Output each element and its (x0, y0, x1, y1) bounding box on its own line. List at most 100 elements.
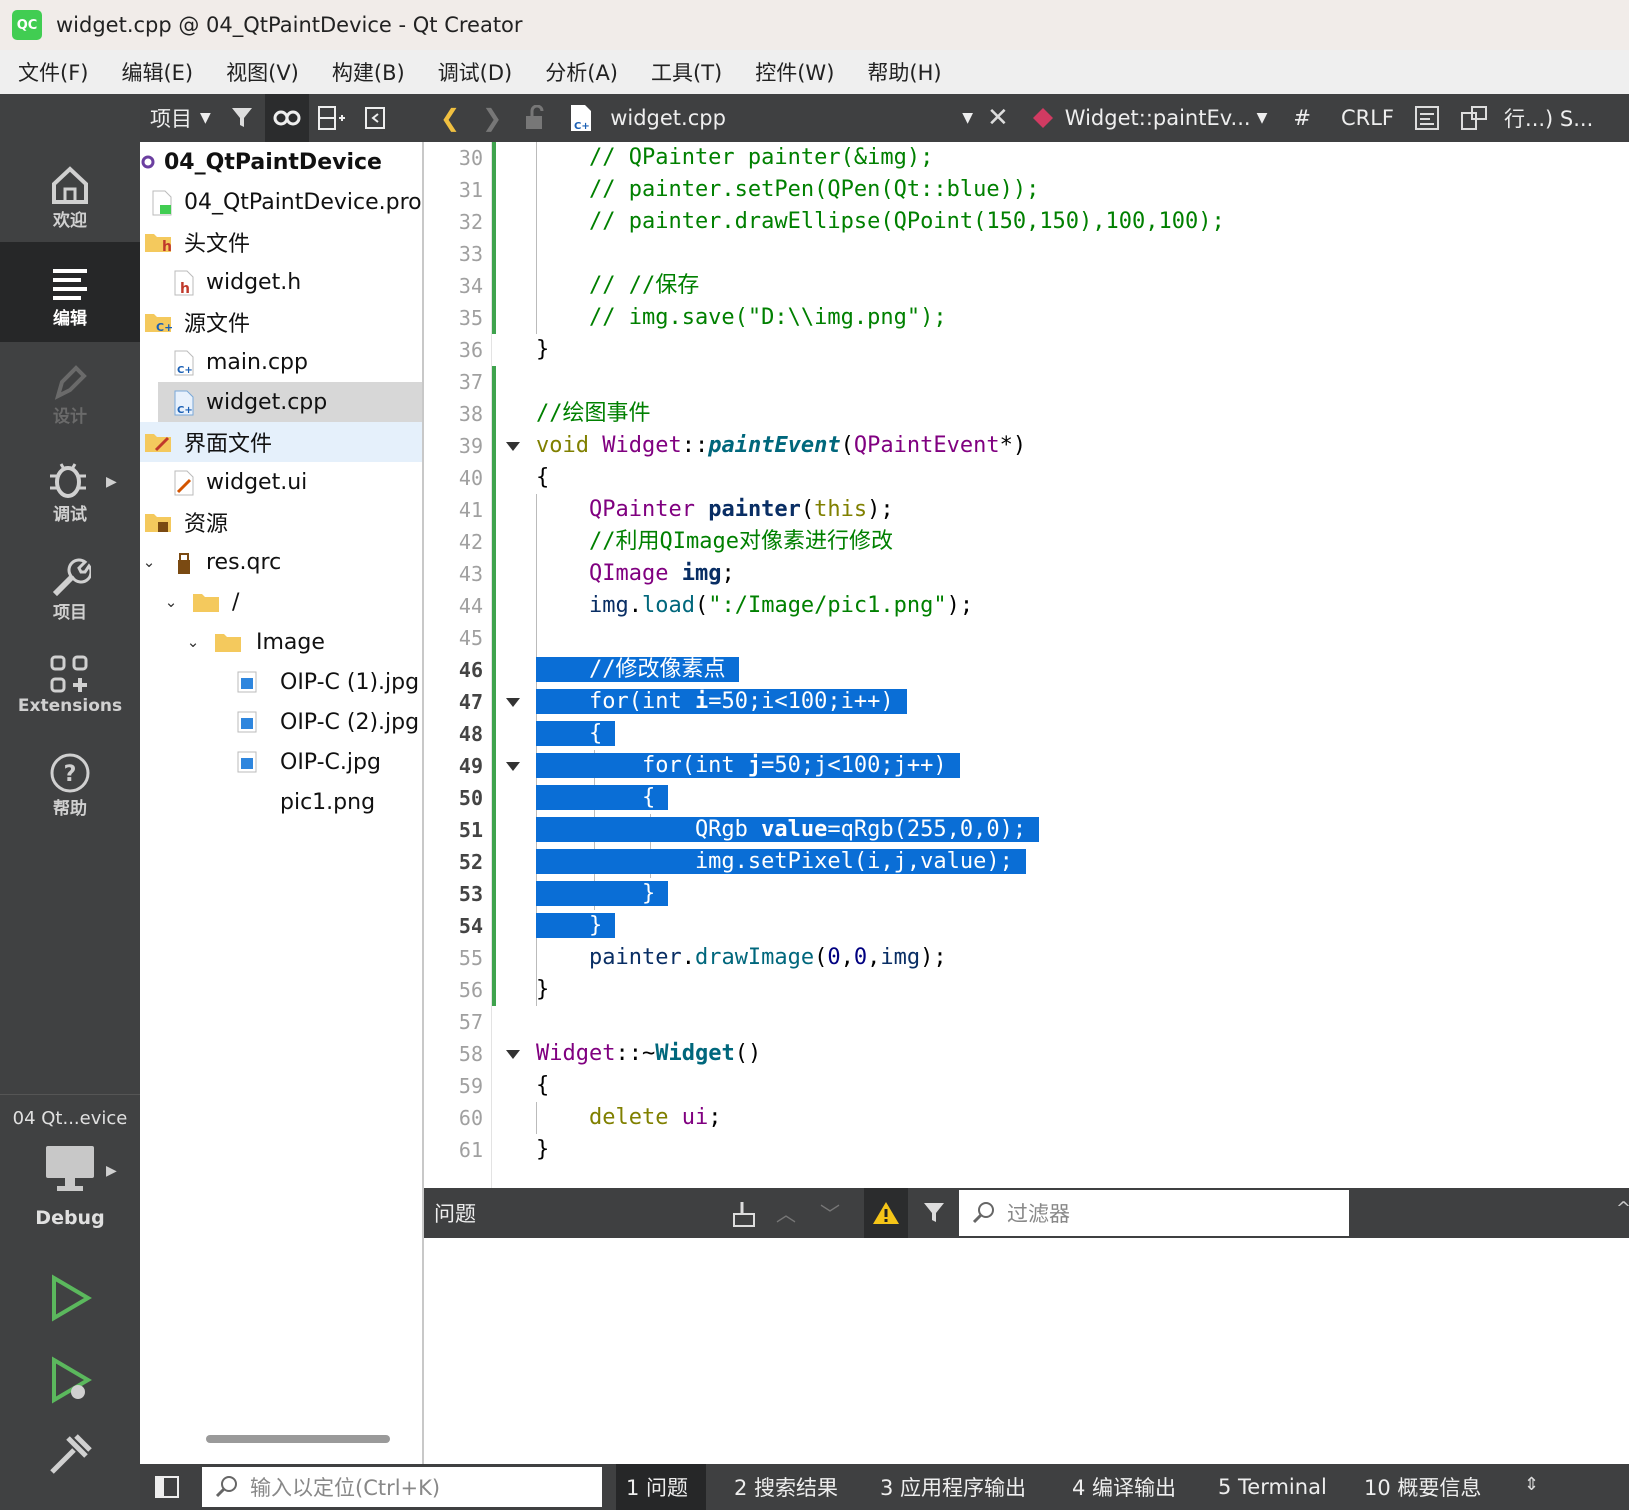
fold-arrow-icon[interactable] (506, 762, 520, 771)
tree-label: OIP-C (2).jpg (280, 709, 420, 735)
mode-debug[interactable]: ▶ 调试 (0, 438, 140, 538)
filter-icon[interactable] (922, 1200, 950, 1226)
filter-tree-button[interactable] (221, 94, 265, 142)
chevron-down-icon[interactable]: ▼ (962, 110, 973, 126)
tree-item-image-file[interactable]: pic1.png (140, 782, 422, 822)
wrench-icon (52, 558, 91, 597)
tree-item-image-file[interactable]: OIP-C.jpg (140, 742, 422, 782)
tree-item-sources[interactable]: C+ 源文件 (140, 302, 422, 342)
tree-item-forms[interactable]: 界面文件 (140, 422, 422, 462)
home-icon (52, 166, 88, 204)
chevron-down-icon[interactable]: ▼ (1257, 110, 1268, 126)
debug-run-button[interactable] (46, 1356, 94, 1408)
menu-help[interactable]: 帮助(H) (867, 57, 941, 87)
tree-label: Image (256, 629, 325, 655)
fold-arrow-icon[interactable] (506, 1050, 520, 1059)
toggle-sidebar-icon[interactable] (154, 1475, 180, 1499)
previous-issue-icon[interactable]: ︿ (776, 1198, 796, 1227)
issues-pane-toolbar: 问题 ︿ ﹀ 过滤器 ^ (424, 1188, 1629, 1238)
menu-file[interactable]: 文件(F) (18, 57, 88, 87)
mode-edit[interactable]: 编辑 (0, 242, 140, 342)
line-number: 32 (458, 210, 483, 234)
output-pane-search-results[interactable]: 2 搜索结果 (734, 1464, 838, 1510)
mode-welcome[interactable]: 欢迎 (0, 144, 140, 244)
fold-arrow-icon[interactable] (506, 442, 520, 451)
line-number: 57 (458, 1010, 483, 1034)
cursor-position[interactable]: 行...) S... (1504, 103, 1593, 133)
tree-item-image-folder[interactable]: ⌄ Image (140, 622, 422, 662)
output-pane-menu-icon[interactable]: ⇕ (1524, 1474, 1539, 1495)
next-issue-icon[interactable]: ﹀ (820, 1198, 840, 1227)
tree-item-resources[interactable]: 资源 (140, 502, 422, 542)
kit-selector[interactable]: 04 Qt...evice ▶ Debug (0, 1094, 140, 1229)
mode-extensions[interactable]: Extensions (0, 634, 140, 734)
chevron-down-icon[interactable]: ▼ (200, 110, 211, 126)
unlock-icon[interactable] (524, 105, 546, 131)
tree-item-widget-ui[interactable]: widget.ui (140, 462, 422, 502)
tree-horizontal-scrollbar[interactable] (206, 1435, 390, 1443)
title-bar: QC widget.cpp @ 04_QtPaintDevice - Qt Cr… (0, 0, 1629, 50)
tree-item-root-prefix[interactable]: ⌄ / (140, 582, 422, 622)
tree-item-project[interactable]: 04_QtPaintDevice (140, 142, 422, 182)
run-button[interactable] (46, 1274, 94, 1326)
cpp-file-icon: C+ (172, 390, 198, 416)
menu-edit[interactable]: 编辑(E) (121, 57, 193, 87)
warnings-toggle[interactable] (864, 1188, 908, 1238)
output-pane-issues[interactable]: 1 问题 (616, 1464, 706, 1510)
split-button[interactable] (309, 94, 353, 142)
output-pane-terminal[interactable]: 5 Terminal (1218, 1464, 1327, 1510)
document-format-icon[interactable] (1414, 105, 1440, 131)
tree-item-widget-cpp[interactable]: C+ widget.cpp (158, 382, 422, 422)
menu-widgets[interactable]: 控件(W) (755, 57, 834, 87)
mode-design[interactable]: 设计 (0, 340, 140, 440)
mode-help[interactable]: ? 帮助 (0, 732, 140, 832)
close-sidebar-button[interactable] (353, 94, 397, 142)
output-pane-general-messages[interactable]: 10 概要信息 (1364, 1464, 1481, 1510)
sync-editor-button[interactable] (264, 94, 309, 142)
chevron-down-icon[interactable]: ⌄ (184, 633, 202, 651)
chevron-down-icon[interactable]: ⌄ (140, 553, 158, 571)
tree-item-headers[interactable]: h 头文件 (140, 222, 422, 262)
tree-item-image-file[interactable]: OIP-C (2).jpg (140, 702, 422, 742)
code-line-selected: //修改像素点 (536, 657, 739, 682)
menu-view[interactable]: 视图(V) (226, 57, 299, 87)
debug-expand-arrow-icon: ▶ (106, 474, 117, 490)
locator-input[interactable]: 输入以定位(Ctrl+K) (202, 1467, 602, 1507)
hash-selector[interactable]: # (1293, 106, 1311, 130)
line-number: 35 (458, 306, 483, 330)
tree-item-image-file[interactable]: OIP-C (1).jpg (140, 662, 422, 702)
code-line: QPainter painter(this); (588, 497, 894, 522)
menu-tools[interactable]: 工具(T) (651, 57, 722, 87)
menu-debug[interactable]: 调试(D) (438, 57, 513, 87)
kit-expand-arrow-icon: ▶ (106, 1163, 117, 1179)
tree-item-widget-h[interactable]: h widget.h (140, 262, 422, 302)
code-line: //绘图事件 (536, 401, 651, 426)
tree-item-main-cpp[interactable]: C+ main.cpp (140, 342, 422, 382)
forward-arrow-icon[interactable]: ❯ (482, 104, 502, 132)
split-view-icon[interactable] (1460, 105, 1488, 131)
output-pane-compile-output[interactable]: 4 编译输出 (1072, 1464, 1176, 1510)
open-document-selector[interactable]: widget.cpp (610, 106, 962, 130)
menu-analyze[interactable]: 分析(A) (545, 57, 618, 87)
close-pane-icon (364, 107, 385, 129)
code-line-selected: } (536, 881, 669, 906)
issues-filter-field[interactable]: 过滤器 (959, 1190, 1349, 1236)
mode-projects[interactable]: 项目 (0, 536, 140, 636)
close-document-icon[interactable]: ✕ (987, 103, 1009, 133)
clean-icon[interactable] (730, 1200, 758, 1228)
symbol-selector[interactable]: Widget::paintEv... (1065, 106, 1251, 130)
chevron-up-icon[interactable]: ^ (1616, 1198, 1629, 1219)
output-pane-application-output[interactable]: 3 应用程序输出 (880, 1464, 1026, 1510)
menu-build[interactable]: 构建(B) (332, 57, 405, 87)
monitor-icon (46, 1146, 94, 1191)
chevron-down-icon[interactable]: ⌄ (162, 593, 180, 611)
tree-item-pro-file[interactable]: 04_QtPaintDevice.pro (140, 182, 422, 222)
back-arrow-icon[interactable]: ❮ (440, 104, 460, 132)
line-ending-selector[interactable]: CRLF (1341, 106, 1394, 130)
issues-list[interactable] (424, 1238, 1629, 1464)
fold-arrow-icon[interactable] (506, 698, 520, 707)
tree-item-res-qrc[interactable]: ⌄ res.qrc (140, 542, 422, 582)
build-button[interactable] (46, 1430, 94, 1482)
project-view-selector[interactable]: 项目 (150, 103, 192, 133)
code-editor[interactable]: // QPainter painter(&img); // painter.se… (532, 142, 1629, 1188)
